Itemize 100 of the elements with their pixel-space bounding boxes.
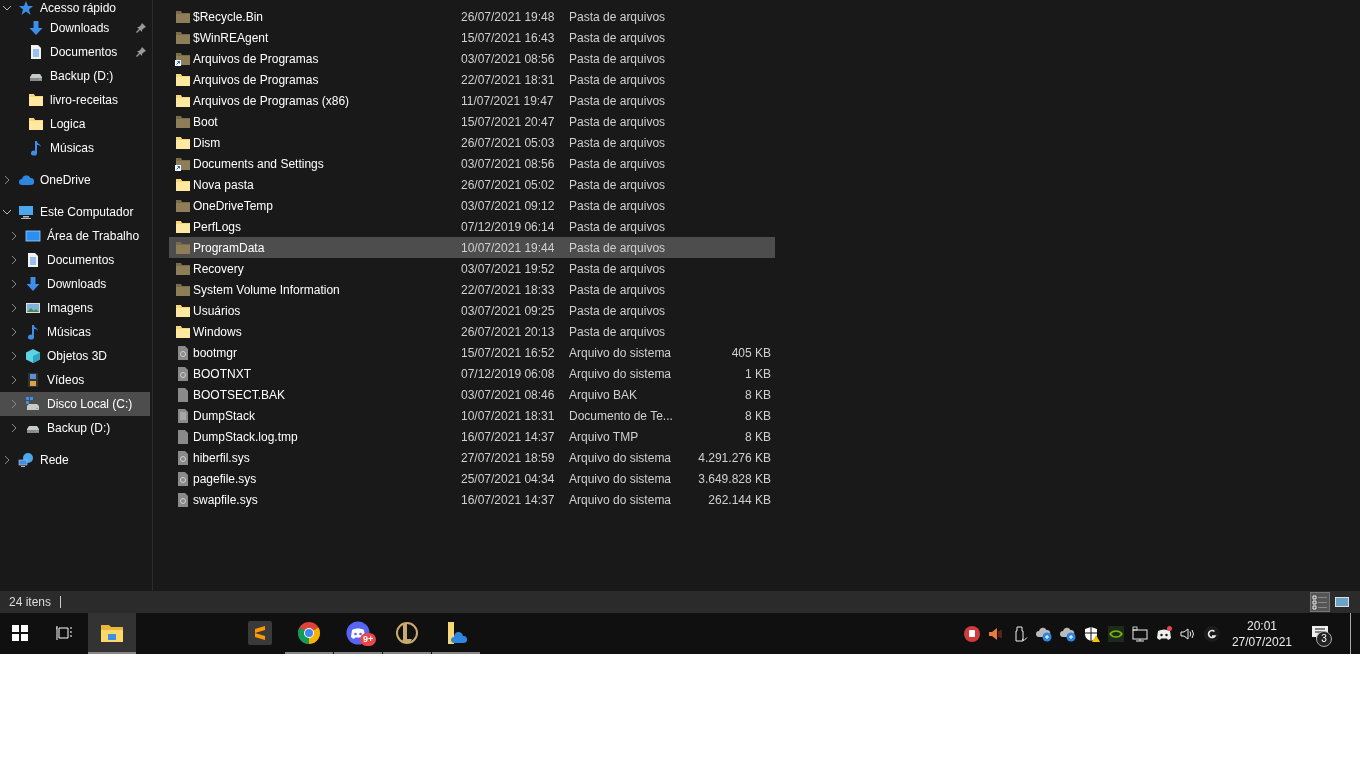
nav-item[interactable]: Objetos 3D: [0, 344, 150, 368]
file-name: Documents and Settings: [193, 156, 325, 171]
nav-item[interactable]: Backup (D:): [0, 416, 150, 440]
nav-label: Disco Local (C:): [47, 397, 134, 411]
nav-item[interactable]: Área de Trabalho: [0, 224, 150, 248]
chevron-icon[interactable]: [9, 303, 19, 313]
folder-icon: [175, 323, 191, 340]
file-row[interactable]: $Recycle.Bin 26/07/2021 19:48 Pasta de arquivos: [169, 6, 775, 27]
nav-item[interactable]: Documentos: [0, 40, 150, 64]
file-row[interactable]: DumpStack 10/07/2021 18:31 Documento de Te... 8 KB: [169, 405, 775, 426]
folder-icon: [175, 29, 191, 46]
nav-item[interactable]: Logica: [0, 112, 150, 136]
file-row[interactable]: $WinREAgent 15/07/2021 16:43 Pasta de arquivos: [169, 27, 775, 48]
chevron-icon[interactable]: [2, 3, 12, 13]
chevron-icon[interactable]: [9, 255, 19, 265]
file-date: 03/07/2021 08:56: [461, 51, 556, 66]
hand-badge-icon: [963, 625, 980, 642]
folder-icon: [28, 92, 44, 108]
download-arrow-icon: [25, 276, 41, 292]
file-name: Recovery: [193, 261, 245, 276]
folder-icon: [175, 239, 191, 256]
file-name: BOOTNXT: [193, 366, 252, 381]
file-row[interactable]: Usuários 03/07/2021 09:25 Pasta de arquivos: [169, 300, 775, 321]
taskbar-app-button[interactable]: 9+: [334, 613, 382, 654]
file-date: 26/07/2021 19:48: [461, 9, 556, 24]
file-type: Pasta de arquivos: [569, 240, 667, 255]
folder-icon: [175, 134, 191, 151]
nav-item[interactable]: Documentos: [0, 248, 150, 272]
nav-label: Este Computador: [40, 205, 135, 219]
nav-label: Músicas: [47, 325, 92, 339]
chevron-icon[interactable]: [9, 351, 19, 361]
clock[interactable]: 20:01 27/07/2021: [1231, 617, 1292, 650]
file-size: 8 KB: [744, 429, 772, 444]
nav-item[interactable]: Este Computador: [0, 200, 150, 224]
file-row[interactable]: bootmgr 15/07/2021 16:52 Arquivo do sistema 405 KB: [169, 342, 775, 363]
file-date: 10/07/2021 18:31: [461, 408, 556, 423]
cloud-icon: [18, 172, 34, 188]
nav-item[interactable]: OneDrive: [0, 168, 150, 192]
file-row[interactable]: Arquivos de Programas (x86) 11/07/2021 19:47 Pasta de arquivos: [169, 90, 775, 111]
file-row[interactable]: Dism 26/07/2021 05:03 Pasta de arquivos: [169, 132, 775, 153]
file-row[interactable]: ProgramData 10/07/2021 19:44 Pasta de arquivos: [169, 237, 775, 258]
file-row[interactable]: Arquivos de Programas 22/07/2021 18:31 Pasta de arquivos: [169, 69, 775, 90]
chevron-icon[interactable]: [9, 231, 19, 241]
file-row[interactable]: Recovery 03/07/2021 19:52 Pasta de arquivos: [169, 258, 775, 279]
chevron-icon[interactable]: [9, 423, 19, 433]
file-row[interactable]: Arquivos de Programas 03/07/2021 08:56 Pasta de arquivos: [169, 48, 775, 69]
shield-warning-icon: [1083, 625, 1100, 642]
file-name: pagefile.sys: [193, 471, 258, 486]
nav-item[interactable]: Backup (D:): [0, 64, 150, 88]
monitor-icon: [18, 204, 34, 220]
volume-icon: [1179, 625, 1196, 642]
file-date: 22/07/2021 18:33: [461, 282, 556, 297]
nav-label: Downloads: [50, 21, 111, 35]
nav-item[interactable]: Músicas: [0, 320, 150, 344]
cube-icon: [25, 348, 41, 364]
chevron-icon[interactable]: [9, 327, 19, 337]
chevron-icon[interactable]: [2, 175, 12, 185]
file-name: Arquivos de Programas: [193, 51, 320, 66]
chrome-logo-icon: [297, 620, 321, 645]
details-view-button[interactable]: [1310, 592, 1330, 612]
chevron-icon[interactable]: [2, 455, 12, 465]
nav-item[interactable]: Imagens: [0, 296, 150, 320]
file-name: PerfLogs: [193, 219, 243, 234]
file-row[interactable]: hiberfil.sys 27/07/2021 18:59 Arquivo do sistema 4.291.276 KB: [169, 447, 775, 468]
nav-label: Logica: [50, 117, 87, 131]
chevron-icon[interactable]: [9, 375, 19, 385]
file-size: 405 KB: [730, 345, 772, 360]
file-type: Documento de Te...: [569, 408, 674, 423]
file-row[interactable]: DumpStack.log.tmp 16/07/2021 14:37 Arquivo TMP 8 KB: [169, 426, 775, 447]
file-date: 15/07/2021 20:47: [461, 114, 556, 129]
nav-item[interactable]: livro-receitas: [0, 88, 150, 112]
chevron-icon[interactable]: [9, 279, 19, 289]
notification-center-button[interactable]: 3: [1306, 618, 1334, 649]
file-date: 07/12/2019 06:08: [461, 366, 556, 381]
cloud-sync-icon: [1035, 625, 1052, 642]
gamepad-icon: [1155, 625, 1172, 642]
file-row[interactable]: pagefile.sys 25/07/2021 04:34 Arquivo do sistema 3.649.828 KB: [169, 468, 775, 489]
nav-item[interactable]: Downloads: [0, 16, 150, 40]
file-row[interactable]: Nova pasta 26/07/2021 05:02 Pasta de arquivos: [169, 174, 775, 195]
file-row[interactable]: swapfile.sys 16/07/2021 14:37 Arquivo do sistema 262.144 KB: [169, 489, 775, 510]
taskbar-app-button[interactable]: [88, 613, 136, 654]
file-row[interactable]: PerfLogs 07/12/2019 06:14 Pasta de arquivos: [169, 216, 775, 237]
file-row[interactable]: BOOTSECT.BAK 03/07/2021 08:46 Arquivo BAK 8 KB: [169, 384, 775, 405]
file-type: Arquivo do sistema: [569, 492, 673, 507]
file-row[interactable]: System Volume Information 22/07/2021 18:33 Pasta de arquivos: [169, 279, 775, 300]
file-row[interactable]: BOOTNXT 07/12/2019 06:08 Arquivo do sistema 1 KB: [169, 363, 775, 384]
nav-label: Documentos: [47, 253, 116, 267]
chevron-icon[interactable]: [2, 207, 12, 217]
file-row[interactable]: OneDriveTemp 03/07/2021 09:12 Pasta de arquivos: [169, 195, 775, 216]
file-name: Nova pasta: [193, 177, 255, 192]
file-date: 15/07/2021 16:52: [461, 345, 556, 360]
nav-item[interactable]: Downloads: [0, 272, 150, 296]
nav-item[interactable]: Rede: [0, 448, 150, 472]
file-row[interactable]: Windows 26/07/2021 20:13 Pasta de arquivos: [169, 321, 775, 342]
file-row[interactable]: Documents and Settings 03/07/2021 08:56 Pasta de arquivos: [169, 153, 775, 174]
nav-item[interactable]: Vídeos: [0, 368, 150, 392]
nav-item[interactable]: Acesso rápido: [0, 0, 150, 16]
nav-item[interactable]: Músicas: [0, 136, 150, 160]
file-row[interactable]: Boot 15/07/2021 20:47 Pasta de arquivos: [169, 111, 775, 132]
nav-item[interactable]: Disco Local (C:): [0, 392, 150, 416]
